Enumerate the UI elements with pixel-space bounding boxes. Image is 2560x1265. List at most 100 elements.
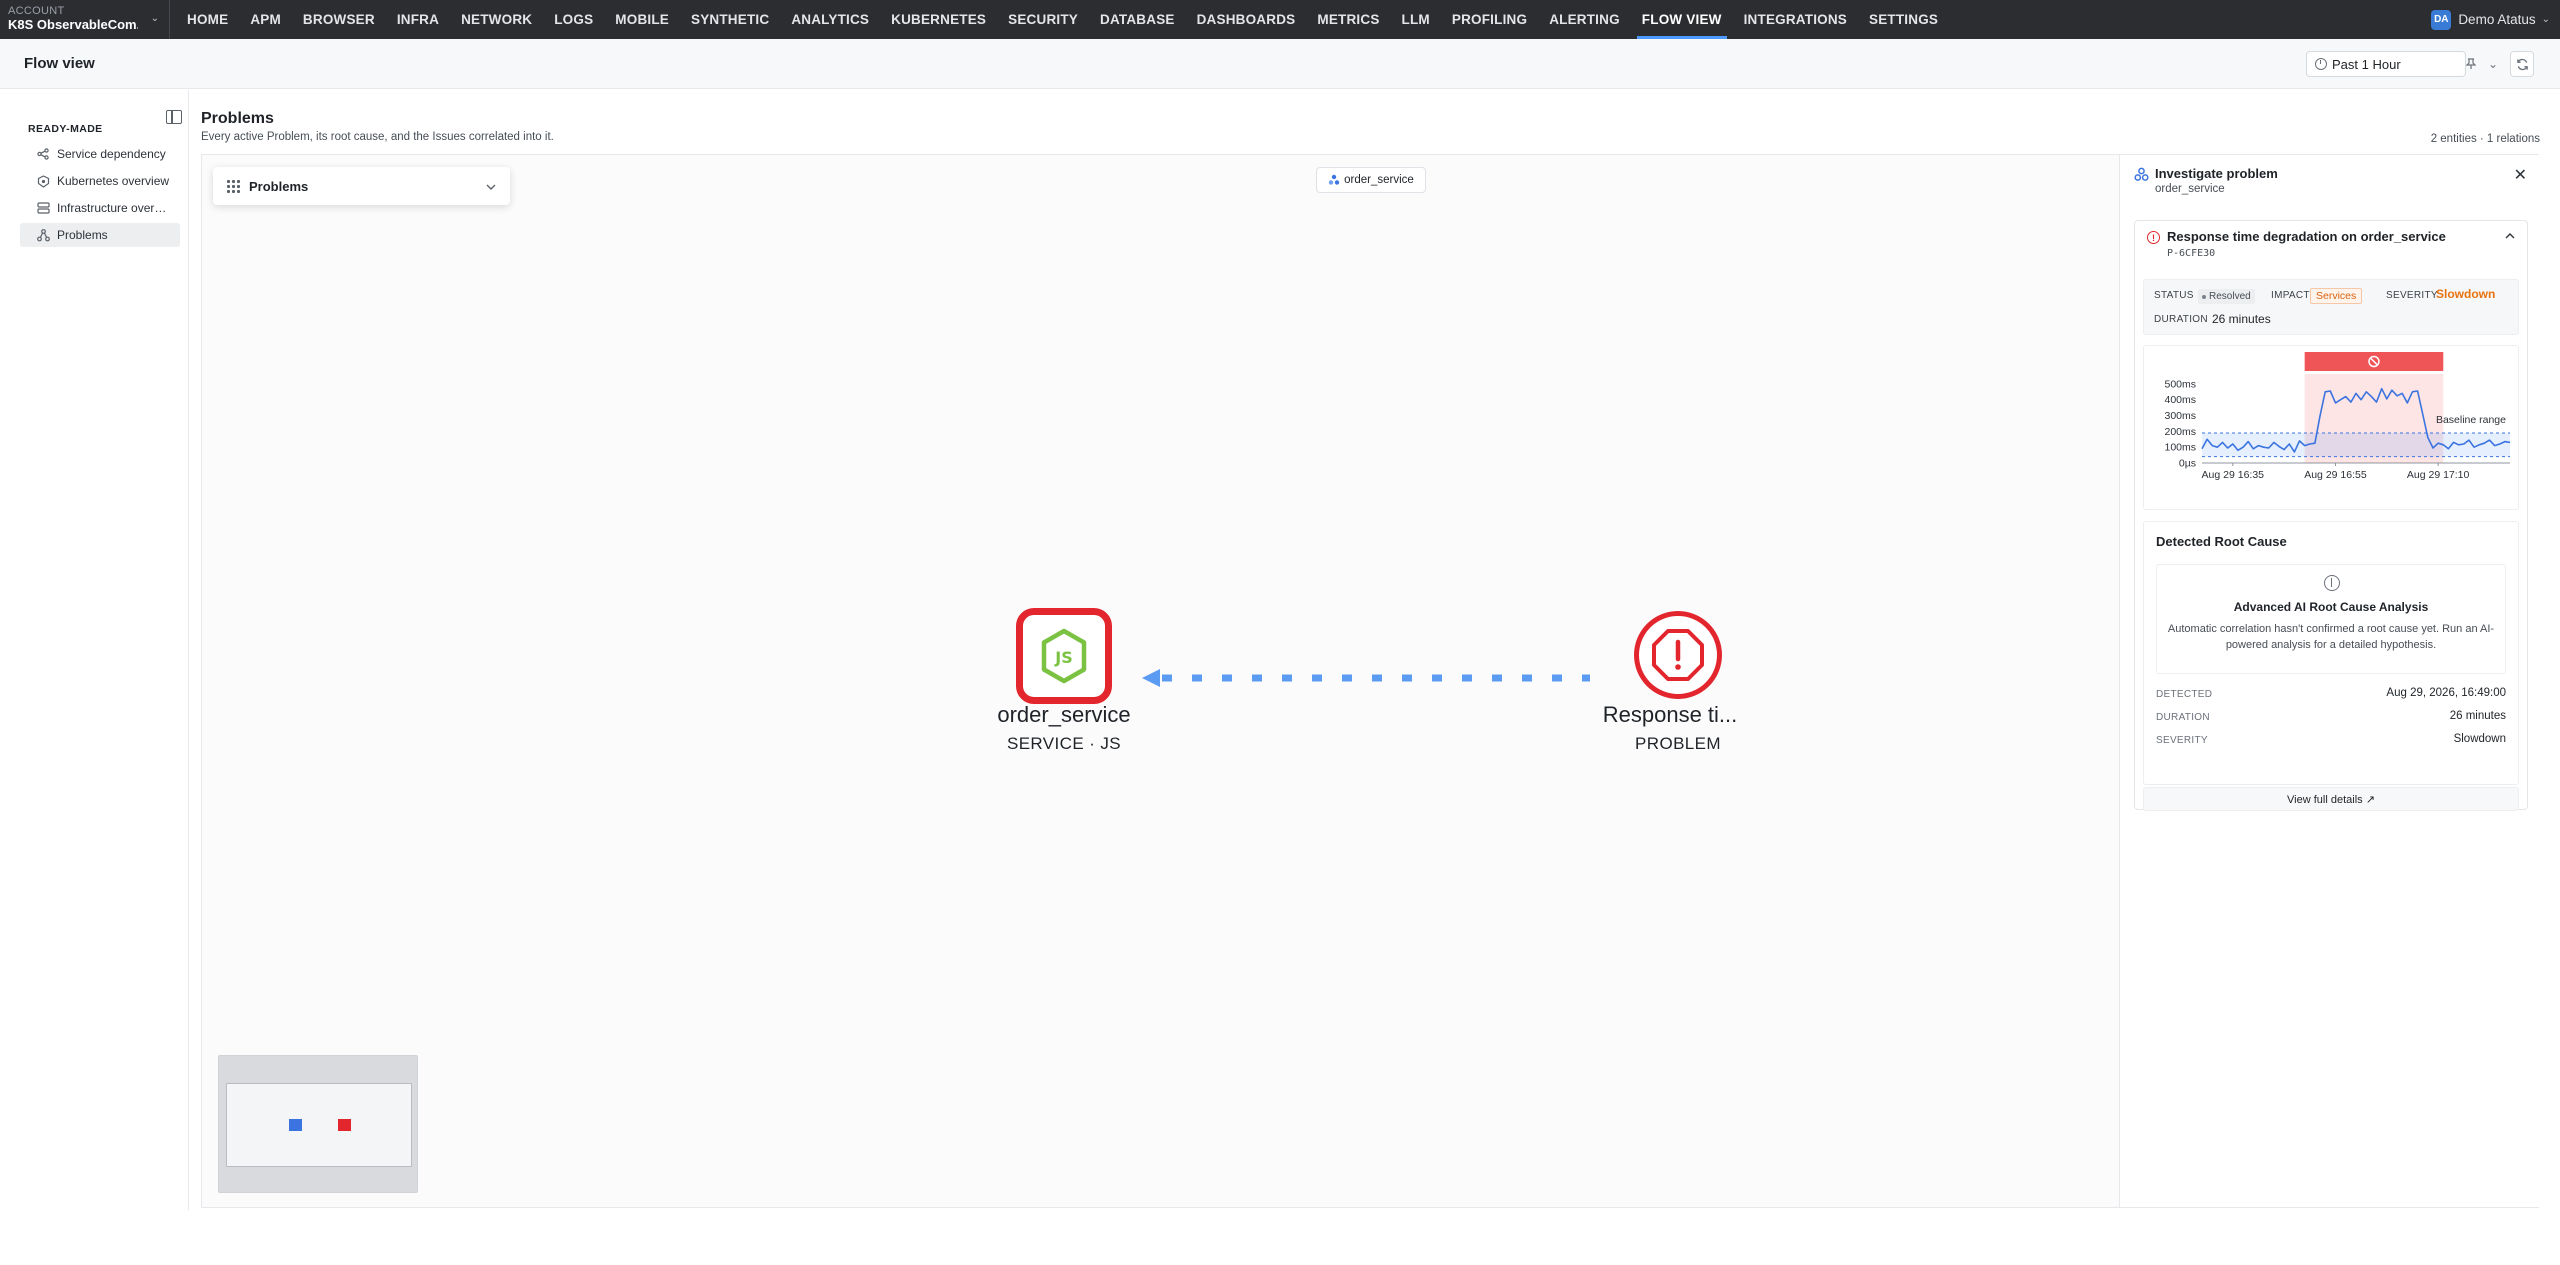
response-time-chart: 0µs 100ms 200ms 300ms 400ms 500ms Aug 29 16:35… [2143,345,2519,510]
account-label: ACCOUNT [8,5,65,17]
minimap-service-node [289,1119,302,1131]
nav-item-browser[interactable]: BROWSER [292,0,386,39]
nav-item-logs[interactable]: LOGS [543,0,604,39]
y-tick-label: 100ms [2164,442,2196,454]
ai-analysis-description: Automatic correlation hasn't confirmed a… [2167,623,2495,651]
clock-icon [2315,58,2327,70]
x-tick-label: Aug 29 17:10 [2407,469,2470,481]
time-range-picker[interactable]: Past 1 Hour [2306,51,2466,77]
refresh-icon [2516,58,2528,70]
nav-item-analytics[interactable]: ANALYTICS [780,0,880,39]
nav-item-infra[interactable]: INFRA [386,0,450,39]
nav-item-integrations[interactable]: INTEGRATIONS [1733,0,1858,39]
severity-label: SEVERITY [2156,735,2208,746]
nav-item-alerting[interactable]: ALERTING [1538,0,1631,39]
sidebar-item-label: Kubernetes overview [57,174,170,188]
nav-item-mobile[interactable]: MOBILE [604,0,680,39]
sidebar-item-kubernetes-overview[interactable]: Kubernetes overview [20,169,180,193]
minimap[interactable] [218,1055,418,1193]
nav-item-synthetic[interactable]: SYNTHETIC [680,0,780,39]
duration-value: 26 minutes [2449,710,2506,722]
share-nodes-icon [36,147,50,161]
alert-octagon-icon [1652,629,1704,681]
problem-title: Response time degradation on order_servi… [2167,229,2446,244]
minimap-problem-node [338,1119,351,1131]
nav-item-flow-view[interactable]: FLOW VIEW [1631,0,1733,39]
root-cause-title: Detected Root Cause [2156,534,2287,549]
nav-item-settings[interactable]: SETTINGS [1858,0,1949,39]
detected-label: DETECTED [2156,689,2213,700]
impact-label: IMPACT [2271,290,2310,301]
nav-item-home[interactable]: HOME [176,0,239,39]
baseline-range-label: Baseline range [2436,414,2506,426]
nav-item-security[interactable]: SECURITY [997,0,1089,39]
service-node-label: order_service [997,702,1131,727]
problem-card: ! Response time degradation on order_ser… [2134,220,2528,811]
sidebar-item-label: Service dependency [57,147,166,161]
chevron-up-icon[interactable] [2505,228,2515,242]
y-tick-label: 500ms [2164,378,2196,390]
view-select-value: Problems [249,178,309,194]
sidebar-item-problems[interactable]: Problems [20,223,180,247]
duration-label: DURATION [2156,712,2210,723]
page-title: Flow view [24,55,95,72]
x-tick-label: Aug 29 16:55 [2304,469,2367,481]
alert-circle-icon: ! [2147,231,2160,244]
nav-item-database[interactable]: DATABASE [1089,0,1186,39]
sidebar-collapse-icon[interactable] [166,110,182,124]
problem-node-type: PROBLEM [1635,734,1721,753]
view-full-details-button[interactable]: View full details ↗ [2143,787,2519,811]
panel-subtitle: order_service [2155,183,2225,195]
chevron-down-icon [486,179,496,193]
focus-entity-name: order_service [1344,174,1414,186]
duration-row: DURATION 26 minutes [2156,710,2506,728]
user-menu[interactable]: DA Demo Atatus ⌄ [2431,0,2560,39]
minimap-viewport[interactable] [226,1083,412,1167]
sidebar: READY-MADE Service dependency Kubernetes… [0,90,189,1210]
duration-value: 26 minutes [2212,312,2271,326]
nav-item-metrics[interactable]: METRICS [1306,0,1390,39]
ai-analysis-title: Advanced AI Root Cause Analysis [2233,600,2429,614]
helm-icon [36,174,50,188]
account-switcher[interactable]: ACCOUNT K8S ObservableCom... ⌄ [0,0,170,39]
severity-value: Slowdown [2453,733,2506,745]
chevron-down-icon: ⌄ [2541,14,2550,25]
severity-label: SEVERITY [2386,290,2438,301]
service-node[interactable]: JS [1016,608,1112,704]
sidebar-item-service-dependency[interactable]: Service dependency [20,142,180,166]
service-cluster-icon [1328,174,1340,186]
ai-analysis-box: Advanced AI Root Cause Analysis Automati… [2156,564,2506,674]
time-range-dropdown-button[interactable]: ⌄ [2482,51,2504,77]
nav-item-profiling[interactable]: PROFILING [1441,0,1538,39]
entity-count: 2 entities · 1 relations [2430,133,2540,145]
status-label: STATUS [2154,290,2194,301]
problem-node[interactable] [1634,611,1722,699]
nav-item-kubernetes[interactable]: KUBERNETES [880,0,997,39]
dependency-edge[interactable] [1140,664,1590,692]
problem-id: P-6CFE30 [2167,248,2216,259]
investigate-panel: Investigate problem order_service ✕ ! Re… [2119,154,2539,1208]
sidebar-section-title: READY-MADE [28,123,103,135]
close-icon[interactable]: ✕ [2514,165,2527,185]
panel-title: Investigate problem [2155,166,2278,181]
focus-entity-pill[interactable]: order_service [1316,167,1426,193]
nav-item-network[interactable]: NETWORK [450,0,543,39]
nav-item-dashboards[interactable]: DASHBOARDS [1186,0,1307,39]
nav-item-apm[interactable]: APM [239,0,292,39]
user-name: Demo Atatus [2458,12,2536,27]
view-select-dropdown[interactable]: Problems [213,167,510,205]
impact-badge: Services [2310,288,2363,304]
response-time-chart-svg[interactable]: 0µs 100ms 200ms 300ms 400ms 500ms Aug 29 16:35… [2144,346,2520,511]
refresh-button[interactable] [2510,51,2534,77]
detected-value: Aug 29, 2026, 16:49:00 [2386,687,2506,699]
problem-status-box: STATUS Resolved IMPACT Services SEVERITY… [2143,279,2519,335]
sidebar-item-infrastructure-overview[interactable]: Infrastructure overvi... [20,196,180,220]
problem-node-label: Response ti... [1602,702,1738,727]
ai-brain-icon [2324,575,2340,591]
server-icon [36,201,50,215]
nav-item-llm[interactable]: LLM [1391,0,1441,39]
x-tick-label: Aug 29 16:35 [2202,469,2265,481]
pin-icon[interactable] [2460,51,2482,77]
sidebar-item-label: Problems [57,228,108,242]
duration-label: DURATION [2154,314,2208,325]
